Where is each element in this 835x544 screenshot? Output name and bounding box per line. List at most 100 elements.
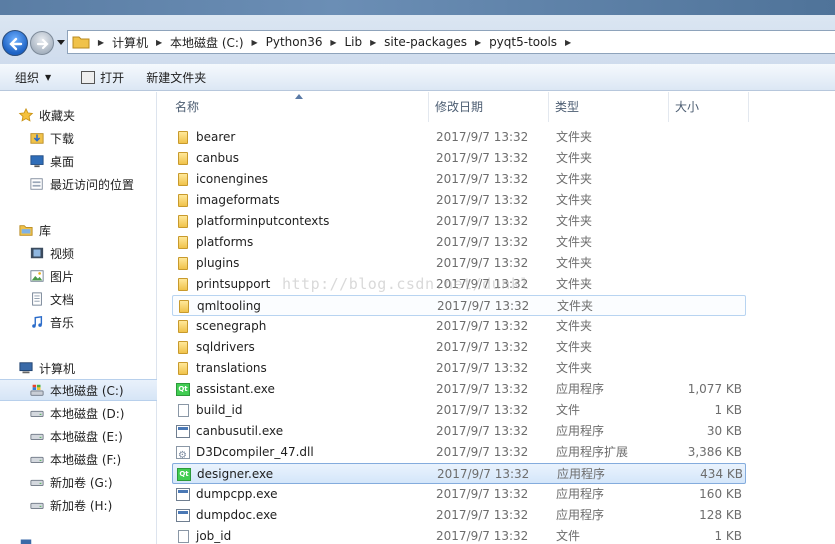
file-row[interactable]: canbusutil.exe 2017/9/7 13:32 应用程序 30 KB — [172, 421, 746, 442]
breadcrumb-chevron-icon[interactable]: ▶ — [248, 38, 262, 47]
file-row[interactable]: scenegraph 2017/9/7 13:32 文件夹 — [172, 316, 746, 337]
file-date-modified: 2017/9/7 13:32 — [436, 277, 529, 291]
column-name[interactable]: 名称 — [169, 92, 429, 122]
breadcrumb-drive-c[interactable]: 本地磁盘 (C:) — [166, 34, 248, 51]
nav-item-drive-e[interactable]: 本地磁盘 (E:) — [0, 425, 157, 447]
exe-icon — [176, 509, 190, 522]
arrow-left-icon — [9, 37, 23, 51]
file-size — [652, 253, 742, 274]
file-name: canbusutil.exe — [196, 424, 284, 438]
breadcrumb-chevron-icon[interactable]: ▶ — [471, 38, 485, 47]
nav-item-drive-d[interactable]: 本地磁盘 (D:) — [0, 402, 157, 424]
nav-item-recent-places[interactable]: 最近访问的位置 — [0, 173, 157, 195]
file-date-modified: 2017/9/7 13:32 — [436, 193, 529, 207]
breadcrumb-chevron-icon[interactable]: ▶ — [561, 38, 575, 47]
command-bar: 组织 ▼ 打开 新建文件夹 — [0, 64, 835, 91]
file-row[interactable]: platforms 2017/9/7 13:32 文件夹 — [172, 232, 746, 253]
address-breadcrumb[interactable]: ▶ 计算机 ▶ 本地磁盘 (C:) ▶ Python36 ▶ Lib ▶ sit… — [67, 30, 835, 54]
file-size — [652, 232, 742, 253]
nav-network-partial[interactable] — [0, 532, 157, 544]
file-row[interactable]: platforminputcontexts 2017/9/7 13:32 文件夹 — [172, 211, 746, 232]
folder-icon — [178, 152, 188, 165]
file-name: platforminputcontexts — [196, 214, 330, 228]
open-button[interactable]: 打开 — [81, 64, 124, 91]
breadcrumb-chevron-icon[interactable]: ▶ — [152, 38, 166, 47]
file-type: 文件夹 — [556, 193, 593, 207]
file-date-modified: 2017/9/7 13:32 — [437, 299, 530, 313]
file-list[interactable]: 名称 修改日期 类型 大小 bearer 2017/9/7 13:32 文件夹 can… — [158, 92, 835, 544]
back-button[interactable] — [2, 30, 28, 56]
file-row[interactable]: sqldrivers 2017/9/7 13:32 文件夹 — [172, 337, 746, 358]
nav-item-drive-f[interactable]: 本地磁盘 (F:) — [0, 448, 157, 470]
file-date-modified: 2017/9/7 13:32 — [436, 403, 529, 417]
nav-computer[interactable]: 计算机 — [0, 357, 157, 379]
breadcrumb-chevron-icon[interactable]: ▶ — [94, 38, 108, 47]
file-name: plugins — [196, 256, 240, 270]
breadcrumb-computer[interactable]: 计算机 — [108, 34, 152, 51]
breadcrumb-python36[interactable]: Python36 — [262, 35, 327, 49]
file-size — [652, 190, 742, 211]
new-folder-button[interactable]: 新建文件夹 — [146, 64, 206, 91]
file-size: 3,386 KB — [687, 445, 742, 459]
file-row[interactable]: dumpcpp.exe 2017/9/7 13:32 应用程序 160 KB — [172, 484, 746, 505]
file-row[interactable]: Qt designer.exe 2017/9/7 13:32 应用程序 434 KB — [172, 463, 746, 484]
folder-icon — [178, 194, 188, 207]
nav-item-downloads[interactable]: 下载 — [0, 127, 157, 149]
nav-item-drive-c[interactable]: 本地磁盘 (C:) — [0, 379, 157, 401]
file-date-modified: 2017/9/7 13:32 — [436, 340, 529, 354]
file-row[interactable]: dumpdoc.exe 2017/9/7 13:32 应用程序 128 KB — [172, 505, 746, 526]
file-row[interactable]: printsupport 2017/9/7 13:32 文件夹 — [172, 274, 746, 295]
file-row[interactable]: canbus 2017/9/7 13:32 文件夹 — [172, 148, 746, 169]
file-row[interactable]: bearer 2017/9/7 13:32 文件夹 — [172, 127, 746, 148]
file-row[interactable]: build_id 2017/9/7 13:32 文件 1 KB — [172, 400, 746, 421]
dll-icon — [176, 445, 190, 466]
file-row[interactable]: imageformats 2017/9/7 13:32 文件夹 — [172, 190, 746, 211]
breadcrumb-pyqt5-tools[interactable]: pyqt5-tools — [485, 35, 561, 49]
file-date-modified: 2017/9/7 13:32 — [436, 151, 529, 165]
nav-item-videos[interactable]: 视频 — [0, 242, 157, 264]
nav-item-documents[interactable]: 文档 — [0, 288, 157, 310]
file-row[interactable]: job_id 2017/9/7 13:32 文件 1 KB — [172, 526, 746, 544]
video-library-icon — [30, 247, 44, 259]
organize-button[interactable]: 组织 ▼ — [15, 64, 51, 91]
column-size[interactable]: 大小 — [669, 92, 749, 122]
music-library-icon — [32, 315, 43, 328]
chevron-down-icon: ▼ — [45, 72, 52, 82]
file-row[interactable]: iconengines 2017/9/7 13:32 文件夹 — [172, 169, 746, 190]
file-name: D3Dcompiler_47.dll — [196, 445, 314, 459]
breadcrumb-chevron-icon[interactable]: ▶ — [327, 38, 341, 47]
star-icon — [18, 108, 34, 122]
file-size — [652, 169, 742, 190]
nav-item-drive-g[interactable]: 新加卷 (G:) — [0, 471, 157, 493]
breadcrumb-lib[interactable]: Lib — [341, 35, 367, 49]
column-date-modified[interactable]: 修改日期 — [429, 92, 549, 122]
nav-item-music[interactable]: 音乐 — [0, 311, 157, 333]
file-type: 文件夹 — [556, 277, 593, 291]
column-type[interactable]: 类型 — [549, 92, 669, 122]
file-row[interactable]: D3Dcompiler_47.dll 2017/9/7 13:32 应用程序扩展 3,… — [172, 442, 746, 466]
file-row[interactable]: qmltooling 2017/9/7 13:32 文件夹 — [172, 295, 746, 316]
file-row[interactable]: Qt assistant.exe 2017/9/7 13:32 应用程序 1,077 K… — [172, 379, 746, 400]
file-size — [652, 358, 742, 379]
breadcrumb-site-packages[interactable]: site-packages — [380, 35, 471, 49]
column-header-row: 名称 修改日期 类型 大小 — [158, 92, 835, 122]
nav-item-drive-h[interactable]: 新加卷 (H:) — [0, 494, 157, 516]
nav-item-desktop[interactable]: 桌面 — [0, 150, 157, 172]
nav-label: 本地磁盘 (F:) — [50, 452, 122, 467]
file-size — [652, 127, 742, 148]
new-folder-label: 新建文件夹 — [146, 70, 207, 85]
history-dropdown-icon[interactable] — [57, 38, 65, 46]
nav-item-pictures[interactable]: 图片 — [0, 265, 157, 287]
file-row[interactable]: translations 2017/9/7 13:32 文件夹 — [172, 358, 746, 379]
file-date-modified: 2017/9/7 13:32 — [436, 130, 529, 144]
nav-favorites[interactable]: 收藏夹 — [0, 104, 157, 126]
forward-button[interactable] — [30, 31, 54, 55]
breadcrumb-chevron-icon[interactable]: ▶ — [366, 38, 380, 47]
folder-icon — [178, 215, 188, 228]
file-name: sqldrivers — [196, 340, 255, 354]
file-row[interactable]: plugins 2017/9/7 13:32 文件夹 — [172, 253, 746, 274]
file-date-modified: 2017/9/7 13:32 — [436, 172, 529, 186]
nav-libraries[interactable]: 库 — [0, 219, 157, 241]
folder-icon — [178, 257, 188, 270]
file-size: 128 KB — [699, 508, 742, 522]
